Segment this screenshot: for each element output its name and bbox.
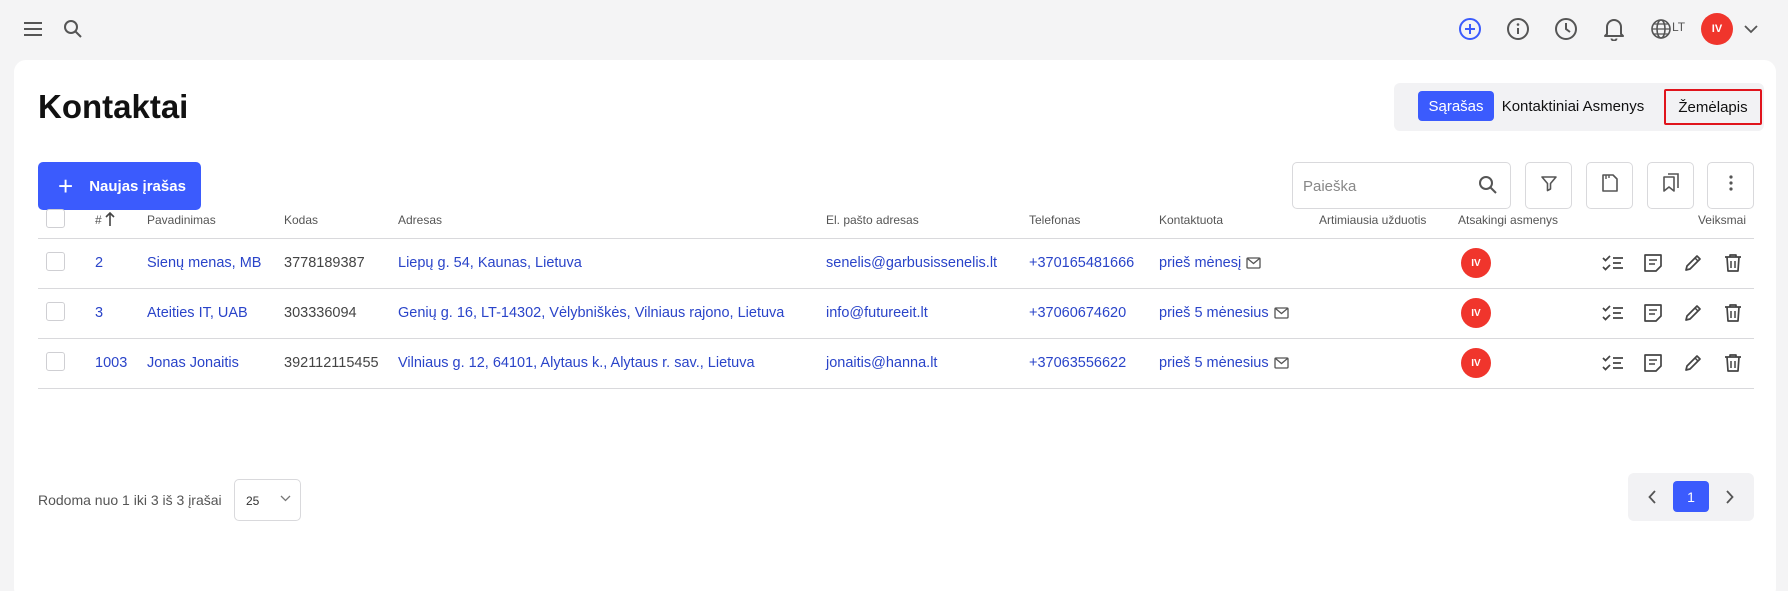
header-address[interactable]: Adresas	[398, 202, 826, 239]
mail-icon	[1246, 257, 1261, 269]
table-row[interactable]: 3 Ateities IT, UAB 303336094 Genių g. 16, L…	[38, 287, 1754, 338]
document-icon	[1601, 173, 1619, 198]
row-checkbox[interactable]	[46, 251, 65, 271]
row-contacted[interactable]: prieš 5 mėnesius	[1159, 305, 1269, 321]
chevron-down-icon	[280, 495, 291, 502]
plus-icon: +	[58, 171, 74, 201]
main-card: Kontaktai Sąrašas Kontaktiniai Asmenys Ž…	[14, 60, 1776, 591]
user-avatar[interactable]: IV	[1701, 13, 1733, 45]
more-vertical-icon	[1728, 174, 1734, 197]
header-nearest-task[interactable]: Artimiausia užduotis	[1319, 202, 1458, 239]
filter-icon	[1540, 174, 1558, 197]
bookmarks-icon	[1661, 173, 1681, 198]
row-email[interactable]: info@futureeit.lt	[826, 305, 928, 321]
tasks-icon[interactable]	[1599, 350, 1626, 377]
add-circle-icon[interactable]	[1455, 14, 1485, 44]
prev-page-icon[interactable]	[1642, 487, 1662, 507]
row-code: 392112115455	[284, 355, 379, 371]
row-email[interactable]: jonaitis@hanna.lt	[826, 355, 937, 371]
row-contacted[interactable]: prieš 5 mėnesius	[1159, 355, 1269, 371]
row-phone[interactable]: +37060674620	[1029, 305, 1126, 321]
search-input[interactable]	[1303, 175, 1473, 197]
note-icon[interactable]	[1639, 300, 1666, 327]
next-page-icon[interactable]	[1719, 487, 1739, 507]
row-address[interactable]: Genių g. 16, LT-14302, Vėlybniškės, Viln…	[398, 305, 784, 321]
row-code: 3778189387	[284, 255, 365, 271]
responsible-avatar[interactable]: IV	[1461, 248, 1491, 278]
trash-icon[interactable]	[1719, 350, 1746, 377]
header-num[interactable]: #	[95, 202, 147, 239]
header-code[interactable]: Kodas	[284, 202, 398, 239]
row-phone[interactable]: +37063556622	[1029, 355, 1126, 371]
row-num[interactable]: 1003	[95, 355, 127, 371]
row-actions	[1578, 300, 1754, 327]
row-contacted[interactable]: prieš mėnesį	[1159, 255, 1241, 271]
pagination: 1	[1628, 473, 1754, 521]
clock-icon[interactable]	[1551, 14, 1581, 44]
row-checkbox[interactable]	[46, 351, 65, 371]
sort-asc-icon	[105, 212, 115, 227]
tasks-icon[interactable]	[1599, 300, 1626, 327]
trash-icon[interactable]	[1719, 250, 1746, 277]
row-address[interactable]: Liepų g. 54, Kaunas, Lietuva	[398, 255, 582, 271]
tab-map[interactable]: Žemėlapis	[1664, 89, 1762, 125]
row-actions	[1578, 350, 1754, 377]
page-title: Kontaktai	[38, 88, 189, 125]
row-actions	[1578, 250, 1754, 277]
row-num[interactable]: 3	[95, 305, 103, 321]
info-icon[interactable]	[1503, 14, 1533, 44]
page-size-select[interactable]: 25	[234, 479, 301, 521]
records-summary: Rodoma nuo 1 iki 3 iš 3 įrašai	[38, 492, 222, 508]
header-phone[interactable]: Telefonas	[1029, 202, 1159, 239]
mail-icon	[1273, 357, 1289, 369]
bell-icon[interactable]	[1599, 14, 1629, 44]
trash-icon[interactable]	[1719, 300, 1746, 327]
row-address[interactable]: Vilniaus g. 12, 64101, Alytaus k., Alyta…	[398, 355, 755, 371]
chevron-down-icon[interactable]	[1736, 14, 1766, 44]
row-checkbox[interactable]	[46, 301, 65, 321]
row-name[interactable]: Sienų menas, MB	[147, 255, 261, 271]
header-contacted[interactable]: Kontaktuota	[1159, 202, 1319, 239]
contacts-table: # Pavadinimas Kodas Adresas El. pašto ad…	[38, 202, 1754, 389]
page-size-value: 25	[246, 494, 260, 508]
menu-icon[interactable]	[18, 14, 48, 44]
page-button-current[interactable]: 1	[1673, 481, 1709, 512]
note-icon[interactable]	[1639, 350, 1666, 377]
select-all-checkbox[interactable]	[46, 208, 65, 228]
header-email[interactable]: El. pašto adresas	[826, 202, 1029, 239]
responsible-avatar[interactable]: IV	[1461, 348, 1491, 378]
top-bar: LT IV	[0, 0, 1788, 60]
row-num[interactable]: 2	[95, 255, 103, 271]
row-phone[interactable]: +370165481666	[1029, 255, 1134, 271]
row-name[interactable]: Ateities IT, UAB	[147, 305, 248, 321]
table-row[interactable]: 2 Sienų menas, MB 3778189387 Liepų g. 54, K…	[38, 237, 1754, 288]
header-responsible[interactable]: Atsakingi asmenys	[1458, 202, 1578, 239]
tab-list[interactable]: Sąrašas	[1418, 91, 1494, 121]
row-email[interactable]: senelis@garbusissenelis.lt	[826, 255, 997, 271]
header-actions: Veiksmai	[1578, 202, 1754, 239]
tab-contact-persons[interactable]: Kontaktiniai Asmenys	[1500, 91, 1646, 121]
note-icon[interactable]	[1639, 250, 1666, 277]
row-name[interactable]: Jonas Jonaitis	[147, 355, 239, 371]
tasks-icon[interactable]	[1599, 250, 1626, 277]
table-header: # Pavadinimas Kodas Adresas El. pašto ad…	[38, 202, 1754, 239]
mail-icon	[1273, 307, 1289, 319]
table-row[interactable]: 1003 Jonas Jonaitis 392112115455 Vilniaus g…	[38, 337, 1754, 389]
header-name[interactable]: Pavadinimas	[147, 202, 284, 239]
edit-icon[interactable]	[1679, 350, 1706, 377]
search-icon[interactable]	[1478, 175, 1498, 200]
view-switcher: Sąrašas Kontaktiniai Asmenys Žemėlapis	[1394, 83, 1764, 131]
new-record-label: Naujas įrašas	[89, 177, 186, 195]
row-code: 303336094	[284, 305, 357, 321]
search-icon[interactable]	[58, 14, 88, 44]
language-label[interactable]: LT	[1672, 20, 1685, 34]
edit-icon[interactable]	[1679, 300, 1706, 327]
responsible-avatar[interactable]: IV	[1461, 298, 1491, 328]
edit-icon[interactable]	[1679, 250, 1706, 277]
